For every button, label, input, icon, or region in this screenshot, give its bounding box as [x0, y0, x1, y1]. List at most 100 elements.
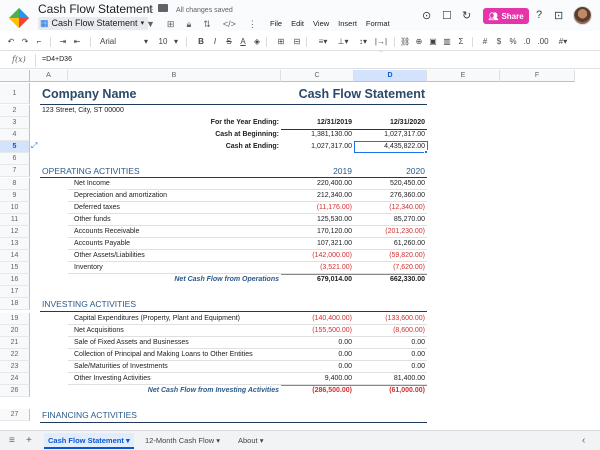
align-left-icon[interactable]: ≡▾: [316, 36, 330, 48]
operating-activities-heading[interactable]: OPERATING ACTIVITIES: [40, 165, 142, 177]
column-header-c[interactable]: C: [281, 70, 354, 82]
indent-icon[interactable]: ⇥: [58, 36, 68, 48]
comment-icon[interactable]: ☐: [442, 9, 452, 22]
star-icon[interactable]: ☆: [146, 5, 154, 16]
row-header[interactable]: 18: [0, 298, 30, 310]
investing-total-label[interactable]: Net Cash Flow from Investing Activities: [68, 385, 281, 397]
operating-total-2019[interactable]: 679,014.00: [281, 274, 354, 286]
all-sheets-menu-icon[interactable]: ≡: [9, 435, 15, 446]
row-header[interactable]: 7: [0, 165, 30, 177]
text-wrap-icon[interactable]: |→|▾: [374, 36, 388, 58]
investing-total-2020[interactable]: (61,000.00): [354, 385, 427, 397]
row-header[interactable]: 15: [0, 262, 30, 274]
investing-activities-heading[interactable]: INVESTING ACTIVITIES: [40, 298, 138, 310]
row-header[interactable]: 13: [0, 238, 30, 250]
row-header[interactable]: 2: [0, 105, 30, 117]
format-painter-icon[interactable]: ⌐: [34, 36, 44, 48]
avatar[interactable]: [573, 6, 592, 25]
notifications-icon[interactable]: ⊡: [554, 9, 563, 22]
operating-total-label[interactable]: Net Cash Flow from Operations: [68, 274, 281, 286]
undo-icon[interactable]: ↶: [6, 36, 16, 48]
row-header[interactable]: 11: [0, 214, 30, 226]
row-header[interactable]: 27: [0, 409, 30, 421]
operating-year-2020[interactable]: 2020: [354, 165, 427, 177]
row-header[interactable]: 1: [0, 83, 30, 104]
row-header[interactable]: 10: [0, 202, 30, 214]
year-ending-2020[interactable]: 12/31/2020: [354, 117, 427, 129]
chevron-down-icon[interactable]: ▾: [172, 36, 180, 48]
tab-about[interactable]: About ▾: [234, 433, 267, 449]
operating-year-2019[interactable]: 2019: [281, 165, 354, 177]
comment-add-icon[interactable]: ⊕: [414, 36, 424, 48]
column-header-d[interactable]: D: [354, 70, 427, 82]
number-format-icon[interactable]: #: [480, 36, 490, 48]
history-icon[interactable]: ↻: [462, 9, 471, 22]
investing-total-2019[interactable]: (286,500.00): [281, 385, 354, 397]
row-header[interactable]: 4: [0, 129, 30, 141]
company-address[interactable]: 123 Street, City, ST 00000: [40, 105, 126, 117]
cash-ending-2019[interactable]: 1,027,317.00: [281, 141, 354, 153]
row-header[interactable]: 16: [0, 274, 30, 286]
fill-color-icon[interactable]: ◈: [252, 36, 262, 48]
strikethrough-icon[interactable]: S: [224, 36, 234, 48]
column-header-e[interactable]: E: [427, 70, 500, 82]
chevron-down-icon[interactable]: ▾: [142, 36, 150, 48]
more-icon[interactable]: ⋮: [248, 19, 257, 30]
font-size-select[interactable]: 10: [156, 36, 170, 48]
formula-input[interactable]: =D4+D36: [42, 56, 72, 63]
cash-beginning-2019[interactable]: 1,381,130.00: [281, 129, 354, 141]
row-header[interactable]: 20: [0, 325, 30, 337]
sum-icon[interactable]: Σ: [456, 36, 466, 48]
column-header-f[interactable]: F: [500, 70, 575, 82]
company-name[interactable]: Company Name: [40, 85, 138, 103]
tab-12-month-cash-flow[interactable]: 12-Month Cash Flow ▾: [141, 433, 224, 449]
italic-icon[interactable]: I: [210, 36, 220, 48]
folder-icon[interactable]: [158, 4, 168, 12]
decrease-decimal-icon[interactable]: .0: [520, 36, 534, 48]
smartsheet-logo-icon[interactable]: [8, 7, 30, 29]
lock-icon[interactable]: 🔒︎: [186, 19, 191, 30]
year-ending-2019[interactable]: 12/31/2019: [281, 117, 354, 129]
outdent-icon[interactable]: ⇤: [72, 36, 82, 48]
row-header[interactable]: 24: [0, 373, 30, 385]
selected-cell[interactable]: [354, 141, 428, 153]
row-header[interactable]: 23: [0, 361, 30, 373]
tab-cash-flow-statement[interactable]: Cash Flow Statement ▾: [44, 433, 134, 449]
more-formats-icon[interactable]: #▾: [556, 36, 570, 48]
wrap-icon[interactable]: ↕▾: [356, 36, 370, 48]
sheet-selector[interactable]: ▦ Cash Flow Statement ▾: [38, 17, 149, 30]
menu-file[interactable]: File: [270, 19, 282, 28]
currency-icon[interactable]: $: [494, 36, 504, 48]
add-sheet-icon[interactable]: +: [26, 435, 32, 446]
font-family-select[interactable]: Arial: [100, 36, 140, 48]
row-header[interactable]: 9: [0, 190, 30, 202]
menu-insert[interactable]: Insert: [338, 19, 357, 28]
column-header-b[interactable]: B: [68, 70, 281, 82]
menu-edit[interactable]: Edit: [291, 19, 304, 28]
financing-activities-heading[interactable]: FINANCING ACTIVITIES: [40, 409, 139, 421]
row-header[interactable]: 26: [0, 385, 30, 397]
percent-icon[interactable]: %: [508, 36, 518, 48]
bold-icon[interactable]: B: [196, 36, 206, 48]
row-header[interactable]: 22: [0, 349, 30, 361]
document-title[interactable]: Cash Flow Statement: [38, 2, 153, 16]
redo-icon[interactable]: ↷: [20, 36, 30, 48]
bot-icon[interactable]: ⊙: [422, 9, 431, 22]
filter-icon[interactable]: ▼: [146, 19, 155, 30]
statement-title[interactable]: Cash Flow Statement: [281, 85, 427, 103]
text-color-icon[interactable]: A: [238, 36, 248, 48]
row-header[interactable]: 12: [0, 226, 30, 238]
collapse-icon[interactable]: ⇅: [203, 19, 211, 30]
increase-decimal-icon[interactable]: .00: [536, 36, 550, 48]
menu-view[interactable]: View: [313, 19, 329, 28]
chart-icon[interactable]: ▥: [442, 36, 452, 48]
row-header[interactable]: 6: [0, 153, 30, 165]
row-header[interactable]: 17: [0, 286, 30, 298]
side-panel-icon[interactable]: ‹: [582, 435, 585, 446]
borders-icon[interactable]: ⊞: [276, 36, 286, 48]
row-header[interactable]: 8: [0, 178, 30, 190]
operating-total-2020[interactable]: 662,330.00: [354, 274, 427, 286]
code-icon[interactable]: </>: [223, 19, 236, 30]
year-ending-label[interactable]: For the Year Ending:: [68, 117, 281, 129]
expand-icon[interactable]: ⤢: [31, 141, 37, 151]
